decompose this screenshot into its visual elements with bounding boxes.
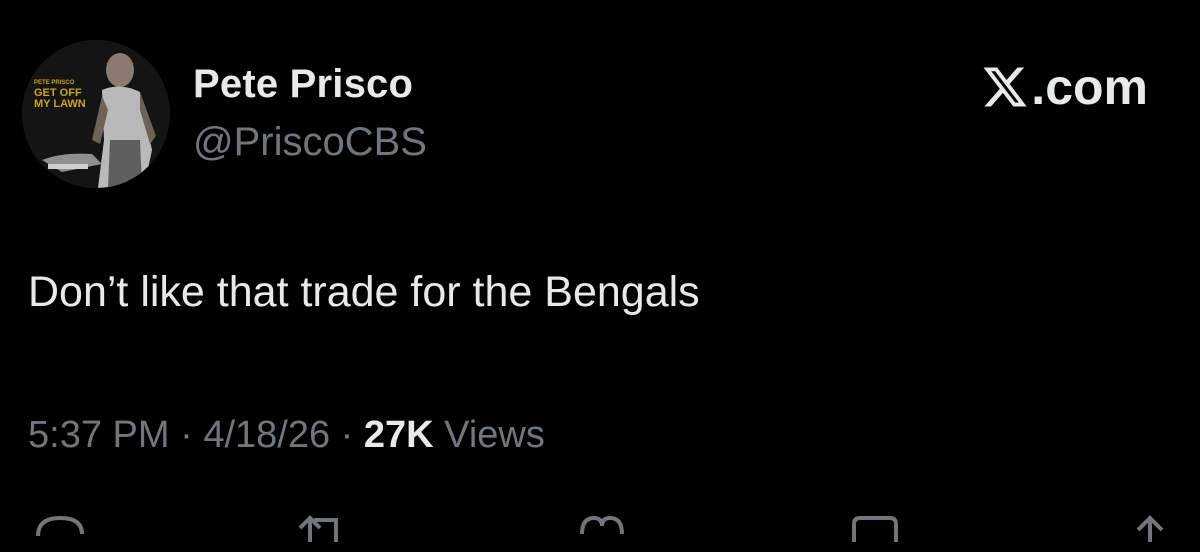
tweet-text: Don’t like that trade for the Bengals: [28, 268, 700, 316]
avatar-caption-top: PETE PRISCO: [34, 80, 75, 86]
tweet-meta: 5:37 PM · 4/18/26 · 27K Views: [28, 414, 545, 457]
author-avatar[interactable]: PETE PRISCO GET OFF MY LAWN: [22, 40, 170, 188]
views-count: 27K: [363, 414, 434, 456]
action-bar: [0, 512, 1200, 552]
tweet-time[interactable]: 5:37 PM: [28, 414, 170, 456]
x-logo-icon: [981, 63, 1029, 111]
like-icon[interactable]: [572, 512, 632, 552]
tweet-date[interactable]: 4/18/26: [203, 414, 330, 456]
meta-separator: ·: [340, 414, 354, 456]
repost-icon[interactable]: [290, 512, 350, 552]
avatar-caption: PETE PRISCO GET OFF MY LAWN: [34, 80, 86, 110]
views-label: Views: [444, 414, 545, 456]
share-icon[interactable]: [1120, 512, 1180, 552]
brand-watermark: .com: [981, 58, 1148, 116]
tweet-card: PETE PRISCO GET OFF MY LAWN Pete Prisco …: [0, 0, 1200, 542]
author-handle[interactable]: @PriscoCBS: [193, 120, 427, 165]
meta-separator: ·: [180, 414, 193, 456]
avatar-caption-line2: MY LAWN: [34, 98, 86, 110]
reply-icon[interactable]: [30, 512, 90, 552]
author-display-name[interactable]: Pete Prisco: [193, 62, 413, 107]
brand-label: .com: [1031, 59, 1148, 115]
bookmark-icon[interactable]: [846, 512, 906, 552]
